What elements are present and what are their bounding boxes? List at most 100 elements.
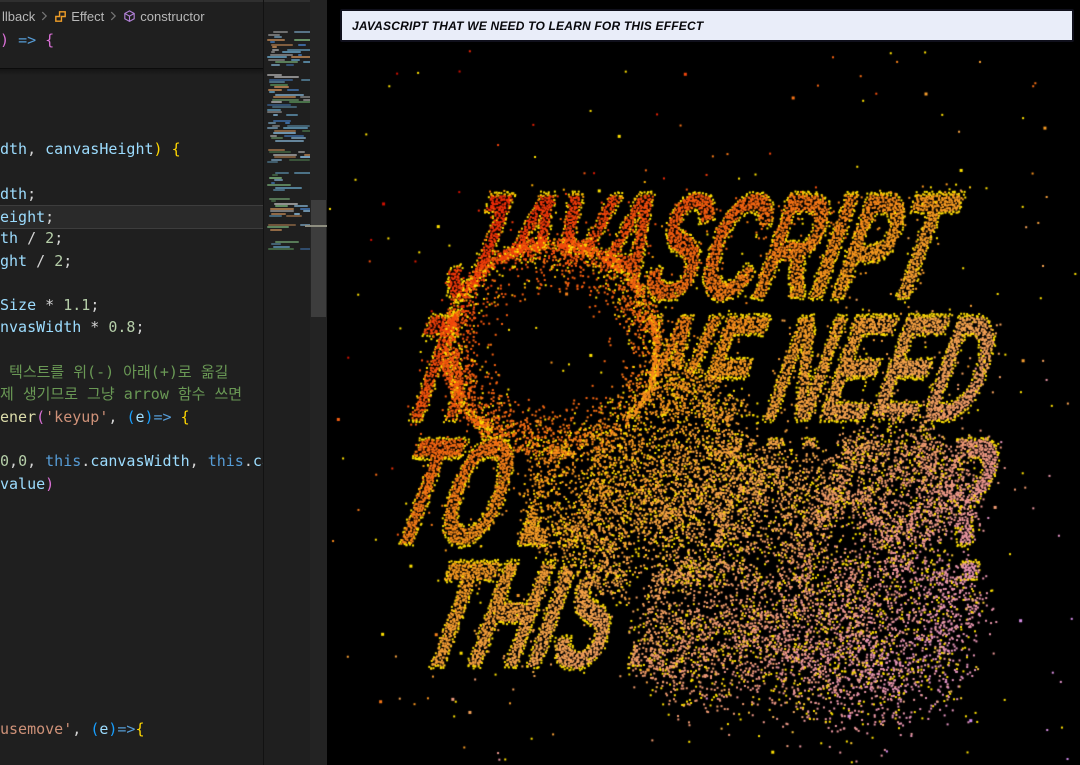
chevron-right-icon — [37, 9, 51, 23]
minimap-line — [274, 156, 296, 158]
code-token: . — [244, 452, 253, 470]
minimap-line — [298, 151, 305, 153]
code-token: { — [36, 31, 54, 49]
code-token: 0 — [0, 452, 9, 470]
code-token: => — [117, 720, 135, 738]
code-token: eight — [0, 208, 45, 226]
code-token: canvasWidth — [90, 452, 189, 470]
chevron-right-icon — [106, 9, 120, 23]
code-token: , — [9, 452, 18, 470]
minimap-line — [272, 106, 297, 108]
code-line: ght / 2; — [0, 250, 263, 272]
minimap-line — [286, 114, 297, 116]
minimap-line — [272, 46, 277, 48]
code-token: usemove' — [0, 720, 72, 738]
code-token: { — [135, 720, 144, 738]
code-area[interactable]: dth, canvasHeight) {dth;eight;th / 2;ght… — [0, 0, 263, 765]
scrollbar-thumb[interactable] — [311, 200, 326, 317]
minimap-line — [289, 159, 310, 161]
code-token: this — [208, 452, 244, 470]
code-token: * — [81, 318, 108, 336]
code-line: Size * 1.1; — [0, 294, 263, 316]
code-token: ; — [135, 318, 144, 336]
minimap-line — [269, 215, 282, 217]
effect-preview-pane — [327, 0, 1080, 765]
minimap-line — [271, 51, 275, 53]
minimap-line — [269, 151, 291, 153]
code-token: value — [0, 475, 45, 493]
constructor-cube-icon — [122, 9, 137, 24]
code-token: ) — [0, 31, 9, 49]
minimap-line — [283, 127, 308, 129]
minimap-line — [270, 229, 282, 231]
minimap-line — [275, 205, 288, 207]
code-line: usemove', (e)=>{ — [0, 718, 263, 740]
code-line: th / 2; — [0, 227, 263, 249]
code-token: ( — [36, 408, 45, 426]
minimap-line — [286, 64, 294, 66]
minimap-line — [267, 56, 287, 58]
sticky-code-line: ) => { — [0, 29, 54, 51]
editor-minimap-divider — [263, 0, 264, 765]
code-token: , — [190, 452, 208, 470]
code-token: ener — [0, 408, 36, 426]
minimap-line — [274, 86, 289, 88]
code-line: dth, canvasHeight) { — [0, 138, 263, 160]
code-line: nvasWidth * 0.8; — [0, 316, 263, 338]
code-token: , — [27, 452, 45, 470]
code-token: 0 — [18, 452, 27, 470]
code-token: th — [0, 229, 18, 247]
minimap-line — [270, 41, 275, 43]
code-token: 1.1 — [63, 296, 90, 314]
code-token: 'keyup' — [45, 408, 108, 426]
code-token: ) — [45, 475, 54, 493]
minimap-line — [267, 226, 289, 228]
code-line: 제 생기므로 그냥 arrow 함수 쓰면 — [0, 383, 263, 405]
code-token: / — [18, 229, 45, 247]
code-token: 제 생기므로 그냥 arrow 함수 쓰면 — [0, 385, 242, 403]
code-token: => — [154, 408, 172, 426]
code-token: 텍스트를 위(-) 아래(+)로 옮길 — [0, 363, 237, 381]
breadcrumb[interactable]: llback Effect constructor — [2, 4, 205, 28]
minimap-line — [269, 81, 285, 83]
text-input[interactable] — [340, 9, 1074, 42]
minimap-line — [271, 243, 281, 245]
sticky-scroll-divider — [0, 68, 263, 75]
minimap-line — [273, 96, 296, 98]
code-line: 텍스트를 위(-) 아래(+)로 옮길 — [0, 361, 263, 383]
code-token: . — [81, 452, 90, 470]
minimap-line — [275, 61, 298, 63]
breadcrumb-item-constructor[interactable]: constructor — [140, 9, 204, 24]
minimap-line — [275, 140, 304, 142]
code-token: dth — [0, 185, 27, 203]
code-token: 2 — [54, 252, 63, 270]
split-view: dth, canvasHeight) {dth;eight;th / 2;ght… — [0, 0, 1080, 765]
code-token: this — [45, 452, 81, 470]
minimap-line — [271, 64, 280, 66]
code-line: dth; — [0, 183, 263, 205]
minimap-line — [274, 36, 282, 38]
minimap-line — [271, 200, 276, 202]
code-token: dth — [0, 140, 27, 158]
overview-ruler-current-line-marker — [305, 225, 327, 227]
minimap-line — [286, 215, 302, 217]
code-token: e — [135, 408, 144, 426]
particle-text-canvas[interactable] — [327, 0, 1080, 765]
minimap-line — [294, 205, 308, 207]
code-token: * — [36, 296, 63, 314]
minimap-line — [285, 122, 290, 124]
breadcrumb-item-class[interactable]: Effect — [71, 9, 104, 24]
minimap-line — [267, 111, 282, 113]
minimap-line — [271, 101, 282, 103]
code-token: => — [18, 31, 36, 49]
minimap-line — [267, 184, 291, 186]
minimap[interactable] — [266, 24, 308, 744]
vertical-scrollbar[interactable] — [310, 0, 327, 765]
minimap-line — [273, 31, 288, 33]
code-token: ) — [145, 408, 154, 426]
code-token: , — [72, 720, 90, 738]
code-token: ; — [45, 208, 54, 226]
breadcrumb-item-file[interactable]: llback — [2, 9, 35, 24]
minimap-line — [270, 210, 294, 212]
code-token: ) { — [154, 140, 181, 158]
